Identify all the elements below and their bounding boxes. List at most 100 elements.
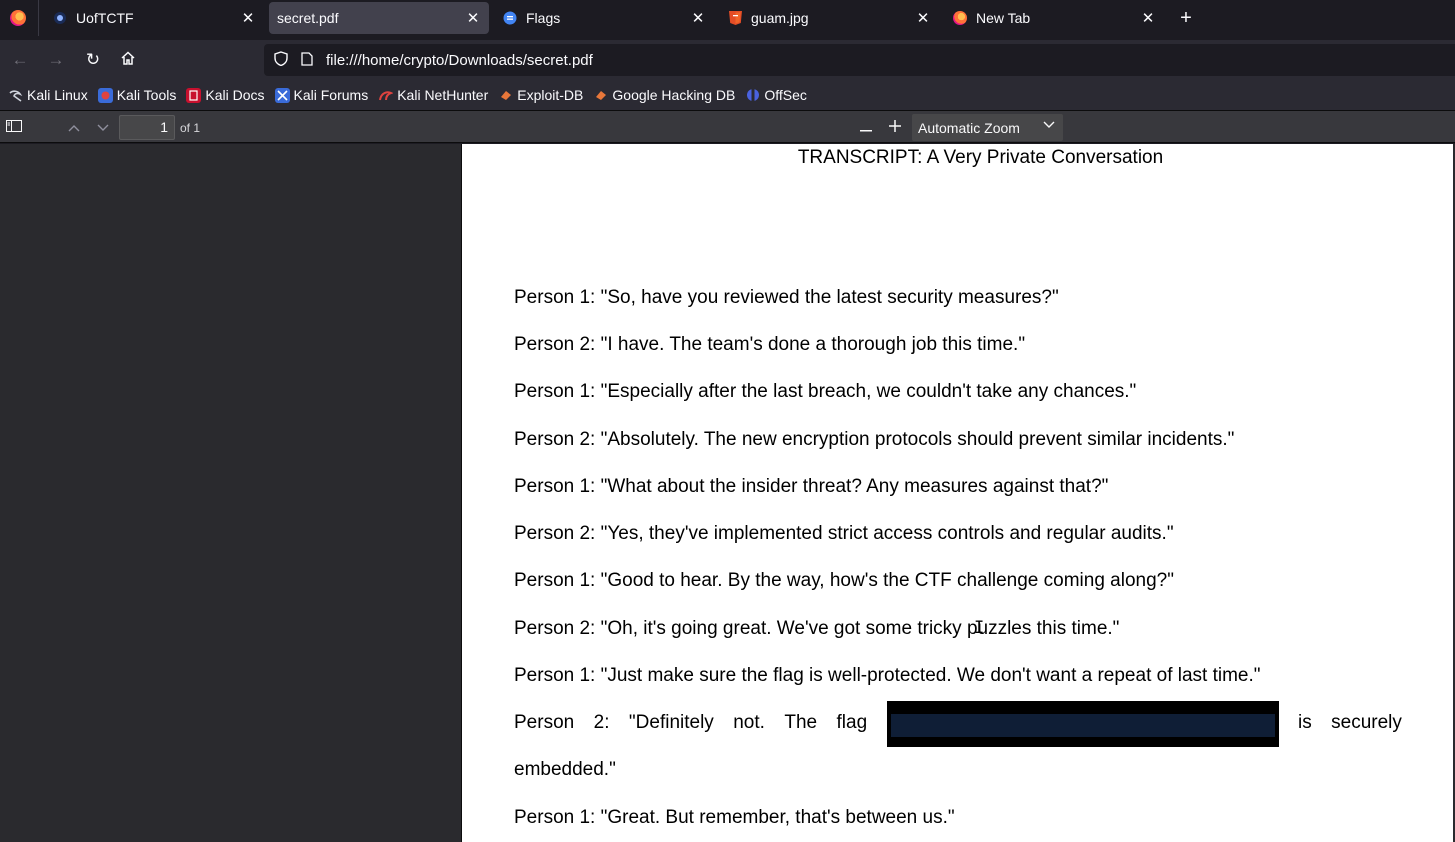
offsec-icon: [745, 88, 760, 103]
flag-line-word: Person: [514, 712, 575, 733]
bookmark-kali-docs[interactable]: Kali Docs: [186, 87, 265, 103]
kali-dragon-icon: [8, 88, 23, 103]
pdf-page[interactable]: TRANSCRIPT: A Very Private Conversation …: [461, 144, 1453, 842]
next-page-button[interactable]: [91, 115, 115, 139]
bookmark-label: Kali Linux: [27, 87, 88, 103]
html5-icon: [727, 10, 743, 26]
previous-page-button[interactable]: [62, 115, 86, 139]
transcript-line: Person 1: "What about the insider threat…: [514, 476, 1109, 497]
arrow-right-icon: →: [47, 50, 65, 69]
bookmark-google-hacking-db[interactable]: Google Hacking DB: [593, 87, 735, 103]
pdf-toolbar: 1 of 1 Automatic Zoom: [0, 110, 1455, 143]
flag-line-word: securely: [1331, 712, 1402, 733]
reload-button[interactable]: ↻: [81, 48, 105, 72]
reload-icon: ↻: [85, 50, 101, 69]
minus-icon: [860, 119, 872, 135]
flag-line-word: not.: [733, 712, 765, 733]
ctf-logo-icon: [52, 10, 68, 26]
plus-icon: [889, 119, 901, 135]
bookmark-label: Exploit-DB: [517, 87, 584, 103]
transcript-line: Person 2: "Absolutely. The new encryptio…: [514, 429, 1235, 450]
sidebar-icon: [6, 119, 22, 135]
kali-forums-icon: [274, 87, 290, 103]
tab-guam-jpg[interactable]: guam.jpg ✕: [719, 2, 939, 34]
close-icon[interactable]: ✕: [463, 8, 483, 28]
page-icon[interactable]: [298, 51, 316, 69]
close-icon[interactable]: ✕: [238, 8, 258, 28]
bookmarks-toolbar: Kali Linux Kali Tools Kali Docs Kali For…: [0, 80, 1455, 110]
tab-strip: UofTCTF ✕ secret.pdf ✕ Flags ✕ guam.jpg …: [0, 0, 1455, 36]
url-text[interactable]: file:///home/crypto/Downloads/secret.pdf: [326, 52, 593, 69]
bookmark-kali-linux[interactable]: Kali Linux: [8, 87, 88, 103]
firefox-icon: [952, 10, 968, 26]
zoom-in-button[interactable]: [883, 115, 907, 139]
transcript-line: Person 1: "So, have you reviewed the lat…: [514, 287, 1059, 308]
firefox-view-button[interactable]: [0, 0, 36, 36]
bookmark-label: Google Hacking DB: [612, 87, 736, 103]
ghdb-icon: [593, 88, 608, 103]
navigation-toolbar: ← → ↻ file:///home/crypto/Downloads/secr…: [0, 40, 1455, 80]
shield-icon[interactable]: [272, 51, 290, 69]
zoom-out-button[interactable]: [854, 115, 878, 139]
plus-icon: +: [1180, 6, 1192, 29]
tab-title: UofTCTF: [76, 10, 134, 26]
exploit-db-icon: [498, 88, 513, 103]
sidebar-toggle-button[interactable]: [2, 115, 26, 139]
zoom-select[interactable]: Automatic Zoom: [912, 114, 1063, 141]
bookmark-kali-tools[interactable]: Kali Tools: [97, 87, 176, 103]
close-icon[interactable]: ✕: [913, 8, 933, 28]
tab-divider: [38, 0, 39, 36]
new-tab-button[interactable]: +: [1174, 6, 1198, 30]
bookmark-exploit-db[interactable]: Exploit-DB: [498, 87, 583, 103]
transcript-line: Person 2: "Yes, they've implemented stri…: [514, 523, 1174, 544]
chevron-up-icon: [68, 119, 80, 135]
tab-title: New Tab: [976, 10, 1031, 26]
bookmark-kali-nethunter[interactable]: Kali NetHunter: [378, 87, 488, 103]
transcript-line: Person 2: "Oh, it's going great. We've g…: [514, 618, 1120, 639]
zoom-value: Automatic Zoom: [918, 119, 1020, 136]
document-title: TRANSCRIPT: A Very Private Conversation: [797, 147, 1164, 168]
text-cursor-icon: I: [974, 618, 985, 638]
page-number-input[interactable]: 1: [119, 115, 175, 140]
forward-button[interactable]: →: [44, 48, 68, 72]
address-bar[interactable]: file:///home/crypto/Downloads/secret.pdf: [264, 44, 1455, 76]
redacted-flag: [891, 714, 1275, 737]
chevron-down-icon: [1043, 118, 1055, 132]
transcript-line: Person 1: "Great. But remember, that's b…: [514, 807, 955, 828]
chevron-down-icon: [97, 119, 109, 135]
transcript-line: Person 1: "Just make sure the flag is we…: [514, 665, 1261, 686]
bookmark-label: Kali Forums: [293, 87, 369, 103]
home-icon: [120, 50, 136, 71]
pdf-viewer-container[interactable]: TRANSCRIPT: A Very Private Conversation …: [0, 144, 1455, 842]
tab-uoftctf[interactable]: UofTCTF ✕: [44, 2, 264, 34]
doc-icon: [502, 10, 518, 26]
bookmark-offsec[interactable]: OffSec: [745, 87, 807, 103]
home-button[interactable]: [116, 48, 140, 72]
flag-line-word: flag: [836, 712, 868, 733]
tab-title: Flags: [526, 10, 561, 26]
bookmark-label: Kali NetHunter: [397, 87, 489, 103]
arrow-left-icon: ←: [11, 50, 29, 69]
back-button[interactable]: ←: [8, 48, 32, 72]
flag-line-word: "Definitely: [628, 712, 714, 733]
kali-docs-icon: [186, 87, 202, 103]
transcript-line: Person 2: "I have. The team's done a tho…: [514, 334, 1026, 355]
transcript-line: Person 1: "Especially after the last bre…: [514, 381, 1137, 402]
bookmark-label: Kali Docs: [205, 87, 265, 103]
transcript-line: Person 1: "Good to hear. By the way, how…: [514, 570, 1174, 591]
tab-secret-pdf[interactable]: secret.pdf ✕: [269, 2, 489, 34]
redaction-box[interactable]: [887, 701, 1279, 747]
firefox-icon: [10, 10, 26, 26]
tab-flags[interactable]: Flags ✕: [494, 2, 714, 34]
bookmark-label: OffSec: [764, 87, 807, 103]
tab-title: secret.pdf: [277, 10, 339, 26]
close-icon[interactable]: ✕: [1138, 8, 1158, 28]
bookmark-kali-forums[interactable]: Kali Forums: [274, 87, 369, 103]
page-count: of 1: [180, 121, 201, 135]
transcript-line: embedded.": [514, 759, 616, 780]
nethunter-icon: [378, 88, 394, 103]
kali-tools-icon: [97, 87, 113, 103]
tab-new-tab[interactable]: New Tab ✕: [944, 2, 1164, 34]
close-icon[interactable]: ✕: [688, 8, 708, 28]
flag-line-word: 2:: [593, 712, 610, 733]
